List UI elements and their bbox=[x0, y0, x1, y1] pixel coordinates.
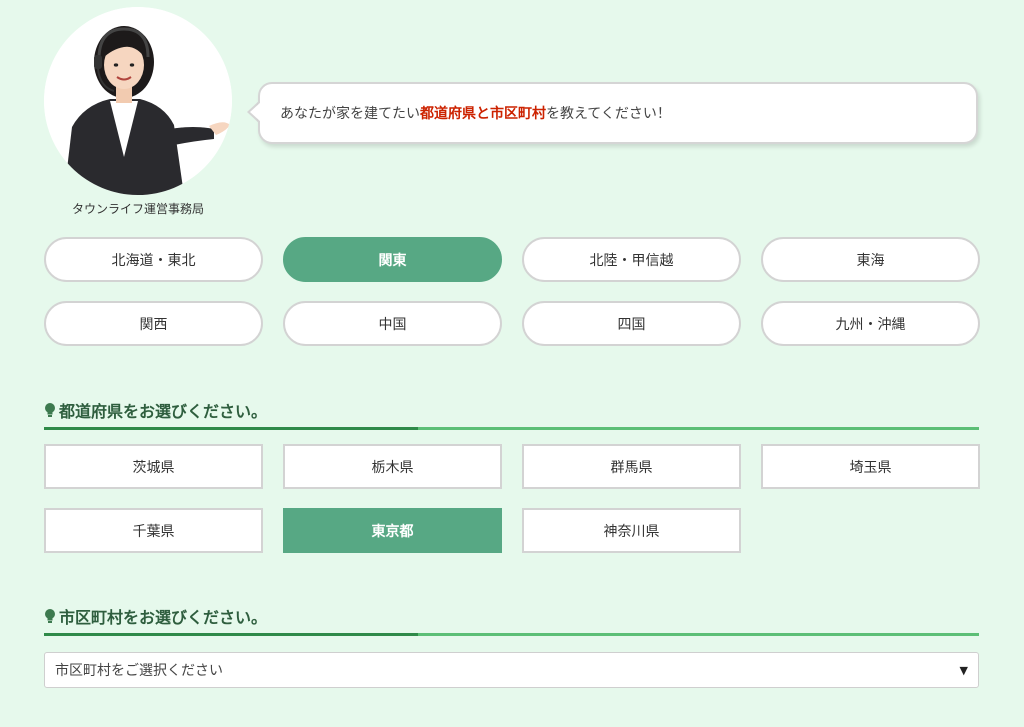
caret-down-icon: ▼ bbox=[959, 663, 968, 677]
prefecture-button-tochigi[interactable]: 栃木県 bbox=[283, 444, 502, 489]
prefecture-section-title: 都道府県をお選びください。 bbox=[44, 398, 979, 422]
prefecture-button-saitama[interactable]: 埼玉県 bbox=[761, 444, 980, 489]
bubble-text-before: あなたが家を建てたい bbox=[280, 106, 420, 122]
region-button-tokai[interactable]: 東海 bbox=[761, 237, 980, 282]
prefecture-section-divider bbox=[44, 427, 979, 430]
region-selector: 北海道・東北 関東 北陸・甲信越 東海 関西 中国 四国 九州・沖縄 bbox=[44, 237, 980, 346]
prefecture-button-ibaraki[interactable]: 茨城県 bbox=[44, 444, 263, 489]
lightbulb-icon bbox=[45, 403, 55, 417]
bubble-text-after: を教えてください！ bbox=[546, 106, 671, 122]
bubble-highlight: 都道府県と市区町村 bbox=[420, 106, 546, 122]
city-section-title-text: 市区町村をお選びください。 bbox=[59, 608, 268, 627]
region-button-chugoku[interactable]: 中国 bbox=[283, 301, 502, 346]
region-button-kanto[interactable]: 関東 bbox=[283, 237, 502, 282]
city-select[interactable]: 市区町村をご選択ください ▼ bbox=[44, 652, 979, 688]
prefecture-button-chiba[interactable]: 千葉県 bbox=[44, 508, 263, 553]
prefecture-section-title-text: 都道府県をお選びください。 bbox=[59, 402, 268, 421]
region-button-shikoku[interactable]: 四国 bbox=[522, 301, 741, 346]
lightbulb-icon bbox=[45, 609, 55, 623]
city-section-divider bbox=[44, 633, 979, 636]
operator-caption: タウンライフ運営事務局 bbox=[71, 202, 204, 216]
bubble-tail-inner bbox=[250, 102, 261, 122]
city-section-title: 市区町村をお選びください。 bbox=[44, 604, 979, 628]
region-button-hokkaido-tohoku[interactable]: 北海道・東北 bbox=[44, 237, 263, 282]
operator-illustration bbox=[44, 7, 232, 195]
prefecture-button-gunma[interactable]: 群馬県 bbox=[522, 444, 741, 489]
prefecture-selector: 茨城県 栃木県 群馬県 埼玉県 千葉県 東京都 神奈川県 bbox=[44, 444, 980, 553]
prefecture-button-tokyo[interactable]: 東京都 bbox=[283, 508, 502, 553]
region-button-kansai[interactable]: 関西 bbox=[44, 301, 263, 346]
speech-bubble: あなたが家を建てたい 都道府県と市区町村 を教えてください！ bbox=[258, 82, 978, 144]
region-button-kyushu-okinawa[interactable]: 九州・沖縄 bbox=[761, 301, 980, 346]
prefecture-button-kanagawa[interactable]: 神奈川県 bbox=[522, 508, 741, 553]
city-select-value: 市区町村をご選択ください bbox=[55, 663, 223, 679]
operator-avatar bbox=[44, 7, 232, 195]
region-button-hokuriku-koshinetsu[interactable]: 北陸・甲信越 bbox=[522, 237, 741, 282]
